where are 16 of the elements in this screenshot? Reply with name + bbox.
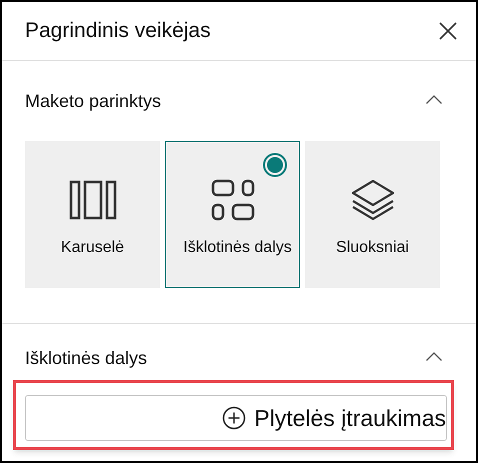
layout-option-tile[interactable]: Sluoksniai: [305, 141, 440, 288]
columns-icon: [68, 180, 116, 220]
option-label: Išklotinės dalys: [183, 238, 292, 258]
selected-radio-icon: [263, 153, 287, 177]
section-title: Išklotinės dalys: [25, 346, 148, 370]
layout-option-tile[interactable]: Karuselė: [25, 141, 160, 288]
add-tile-button[interactable]: Plytelės įtraukimas: [25, 395, 447, 441]
close-icon: [439, 22, 457, 40]
option-label: Karuselė: [60, 238, 124, 258]
panel-title: Pagrindinis veikėjas: [25, 18, 211, 44]
option-label: Sluoksniai: [336, 238, 409, 258]
layers-icon: [350, 179, 394, 221]
section-title: Maketo parinktys: [25, 90, 162, 113]
plus-circle-icon: [222, 406, 246, 430]
layout-option-tile[interactable]: Išklotinės dalys: [165, 141, 300, 288]
tiles-icon: [210, 179, 254, 221]
